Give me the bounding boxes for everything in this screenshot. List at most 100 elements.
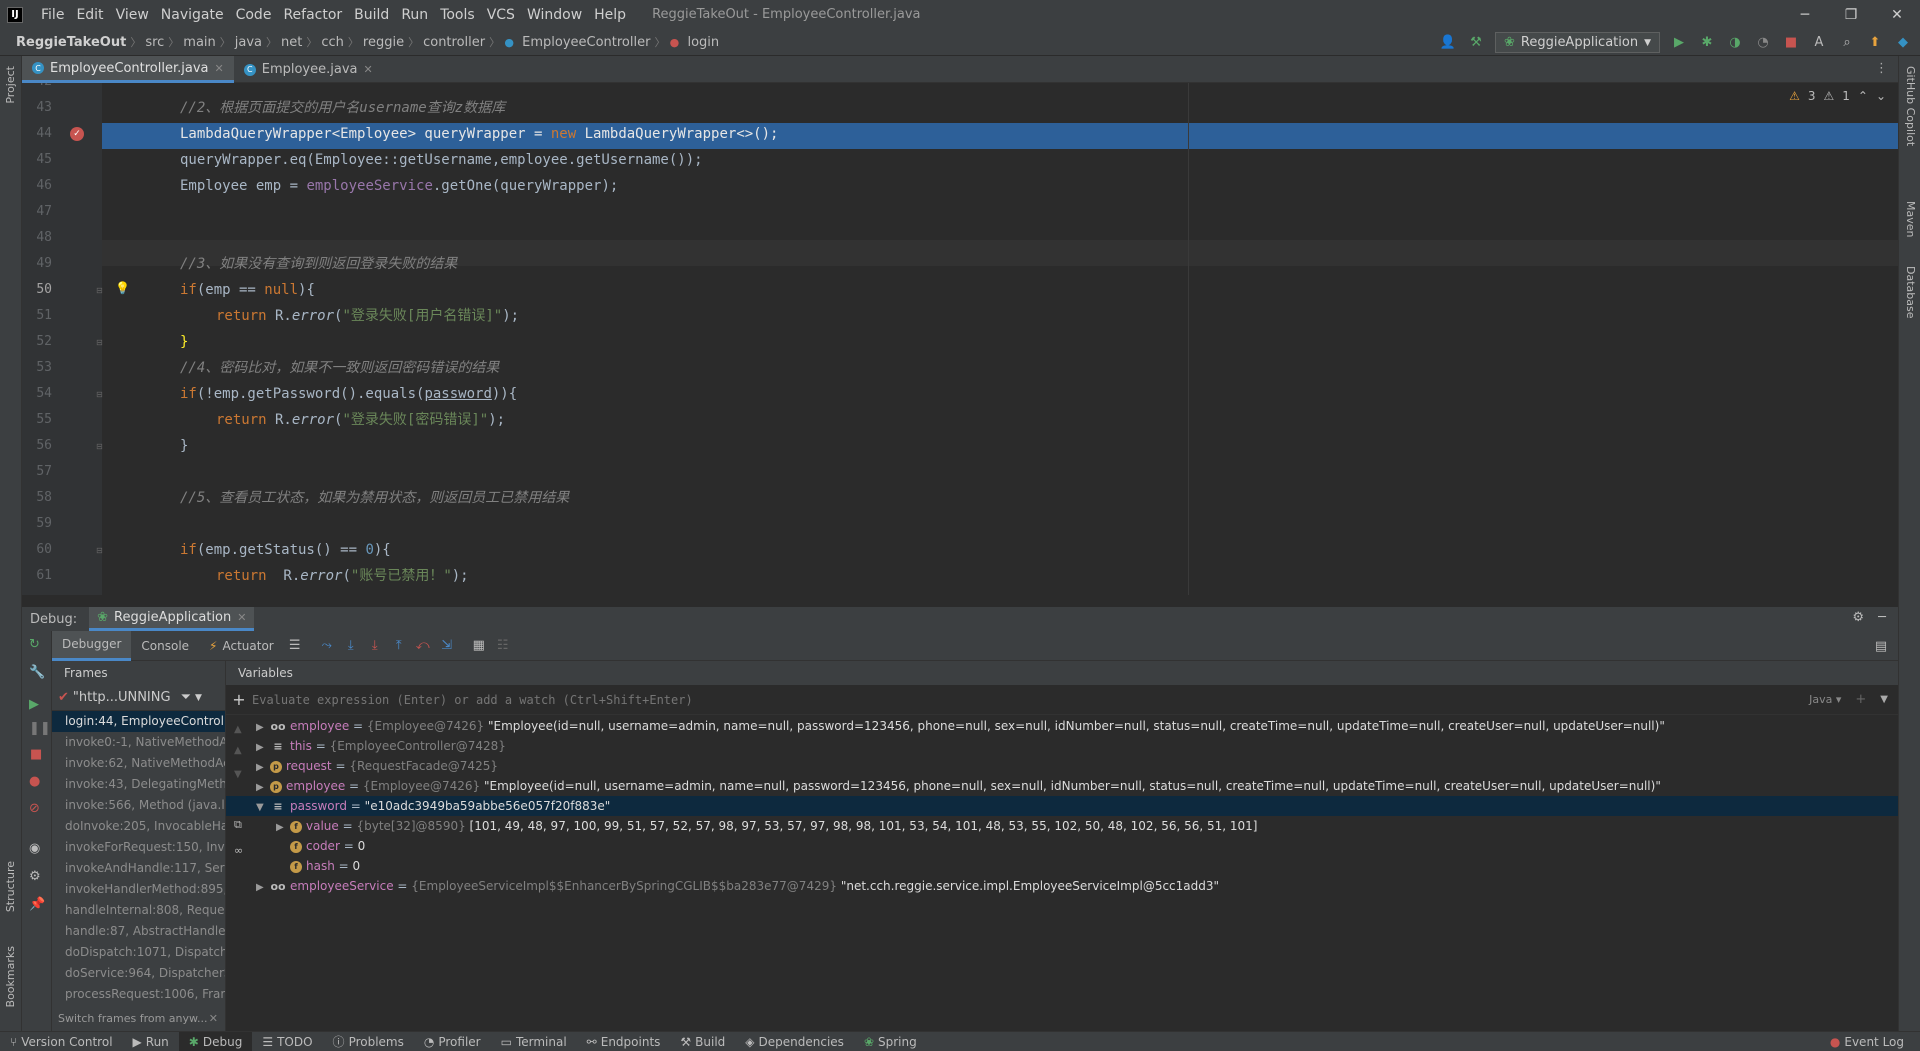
stack-frame[interactable]: invokeHandlerMethod:895, R: [52, 879, 225, 900]
update-icon[interactable]: ⬆: [1866, 34, 1884, 52]
stack-frame[interactable]: doDispatch:1071, Dispatcher: [52, 942, 225, 963]
step-over-icon[interactable]: ⤳: [318, 637, 336, 655]
chevron-right-icon[interactable]: ▶: [256, 878, 270, 898]
build-tab[interactable]: ⚒ Build: [670, 1032, 735, 1051]
variable-row-selected[interactable]: ▼ ≡ password = "e10adc3949ba59abbe56e057f2…: [256, 796, 610, 816]
todo-tab[interactable]: ☰ TODO: [252, 1032, 322, 1051]
tab-employee[interactable]: C Employee.java ✕: [234, 56, 383, 83]
minimize-icon[interactable]: ─: [1782, 0, 1828, 29]
fold-icon[interactable]: ⊟: [96, 390, 103, 399]
add-watch-icon[interactable]: +: [226, 690, 252, 709]
user-icon[interactable]: 👤: [1439, 34, 1457, 52]
chevron-down-icon[interactable]: ▼: [1880, 694, 1888, 705]
camera-icon[interactable]: ◉: [29, 841, 40, 856]
profiler-tab[interactable]: ◔ Profiler: [414, 1032, 491, 1051]
maven-tool-tab[interactable]: Maven: [1904, 201, 1917, 237]
chevron-up-icon[interactable]: ▲: [234, 724, 242, 735]
dependencies-tab[interactable]: ◈ Dependencies: [735, 1032, 854, 1051]
menu-file[interactable]: File: [35, 7, 70, 23]
tab-console[interactable]: Console: [131, 631, 199, 661]
code-editor[interactable]: 42 43 44 45 46 47 48 49 50 51 52 53 54 5…: [22, 83, 1898, 595]
threads-list-icon[interactable]: ☰: [286, 637, 304, 655]
chevron-right-icon[interactable]: ▶: [256, 758, 270, 778]
chevron-down-icon[interactable]: ▼: [256, 798, 270, 818]
breadcrumb-reggie[interactable]: reggie: [359, 35, 408, 50]
variable-row[interactable]: ▶ p request = {RequestFacade@7425}: [256, 756, 498, 776]
close-icon[interactable]: ✕: [237, 611, 246, 624]
close-icon[interactable]: ✕: [209, 1007, 218, 1031]
resume-icon[interactable]: ▶: [29, 697, 39, 712]
fold-icon[interactable]: ⊟: [96, 338, 103, 347]
fold-icon[interactable]: ⊟: [96, 286, 103, 295]
chevron-up-icon[interactable]: ▲: [234, 745, 242, 756]
chevron-right-icon[interactable]: ▶: [256, 718, 270, 738]
copy-icon[interactable]: ⧉: [234, 818, 242, 832]
pin-icon[interactable]: 📌: [29, 897, 45, 912]
spring-tab[interactable]: ❀ Spring: [854, 1032, 927, 1051]
run-to-cursor-icon[interactable]: ⇲: [438, 637, 456, 655]
layout-icon[interactable]: ▤: [1872, 637, 1890, 655]
stack-frame[interactable]: invoke:43, DelegatingMetho: [52, 774, 225, 795]
chevron-down-icon[interactable]: ▼: [195, 693, 202, 703]
drop-frame-icon[interactable]: ⤺: [414, 637, 432, 655]
project-tool-tab[interactable]: Project: [4, 66, 17, 104]
menu-tools[interactable]: Tools: [434, 7, 481, 23]
mute-breakpoints-icon[interactable]: ⊘: [29, 801, 40, 816]
tab-employeecontroller[interactable]: C EmployeeController.java ✕: [22, 56, 234, 83]
version-control-tab[interactable]: ⑂ Version Control: [0, 1032, 123, 1051]
tab-debugger[interactable]: Debugger: [52, 630, 132, 661]
fold-icon[interactable]: ⊟: [96, 546, 103, 555]
more-tabs-icon[interactable]: ⋮: [1875, 61, 1888, 76]
close-icon[interactable]: ✕: [1874, 0, 1920, 29]
chevron-down-icon[interactable]: ⌄: [1876, 89, 1886, 103]
lightbulb-icon[interactable]: 💡: [115, 281, 130, 295]
chevron-right-icon[interactable]: ▶: [256, 778, 270, 798]
tab-actuator[interactable]: ⚡ Actuator: [199, 631, 284, 661]
breadcrumb-net[interactable]: net: [277, 35, 306, 50]
stack-frame[interactable]: doInvoke:205, InvocableHan: [52, 816, 225, 837]
variable-row[interactable]: ▶ oo employee = {Employee@7426} "Employee(…: [256, 716, 1665, 736]
stack-frame[interactable]: invoke0:-1, NativeMethodAc: [52, 732, 225, 753]
restore-icon[interactable]: ❐: [1828, 0, 1874, 29]
variable-row[interactable]: ▶ p employee = {Employee@7426} "Employee(i…: [256, 776, 1661, 796]
rerun-icon[interactable]: ↻: [29, 637, 40, 652]
run-icon[interactable]: ▶: [1670, 34, 1688, 52]
variable-row[interactable]: ▶ f value = {byte[32]@8590} [101, 49, 48, …: [276, 816, 1257, 836]
view-breakpoints-icon[interactable]: ●: [29, 774, 40, 789]
debug-tab[interactable]: ✱ Debug: [178, 1031, 253, 1051]
breadcrumb-project[interactable]: ReggieTakeOut: [12, 35, 130, 50]
menu-vcs[interactable]: VCS: [481, 7, 521, 23]
chevron-down-icon[interactable]: ▼: [234, 769, 242, 780]
stack-frame[interactable]: invokeAndHandle:117, Servl: [52, 858, 225, 879]
stop-icon[interactable]: ■: [1782, 34, 1800, 52]
force-step-into-icon[interactable]: ⤓: [366, 637, 384, 655]
breadcrumb-controller[interactable]: controller: [419, 35, 489, 50]
stack-frame[interactable]: invoke:566, Method (java.l: [52, 795, 225, 816]
variable-row[interactable]: f coder = 0: [290, 836, 365, 856]
run-configuration-select[interactable]: ❀ ReggieApplication ▼: [1494, 32, 1660, 53]
stack-frame[interactable]: handle:87, AbstractHandlerM: [52, 921, 225, 942]
chevron-up-icon[interactable]: ⌃: [1858, 89, 1868, 103]
stop-icon[interactable]: ■: [30, 747, 42, 762]
fold-icon[interactable]: ⊟: [96, 442, 103, 451]
problems-tab[interactable]: ⓘ Problems: [323, 1032, 414, 1051]
breadcrumb-method[interactable]: login: [683, 35, 723, 50]
run-tab[interactable]: ▶ Run: [123, 1032, 179, 1051]
gear-icon[interactable]: ⚙: [1852, 610, 1864, 625]
chevron-right-icon[interactable]: ▶: [256, 738, 270, 758]
terminal-tab[interactable]: ▭ Terminal: [491, 1032, 577, 1051]
menu-code[interactable]: Code: [230, 7, 278, 23]
breadcrumb-cch[interactable]: cch: [317, 35, 348, 50]
add-to-watches-icon[interactable]: +: [1855, 692, 1866, 707]
inspection-widget[interactable]: ⚠ 3 ⚠ 1 ⌃ ⌄: [1789, 89, 1886, 103]
menu-view[interactable]: View: [110, 7, 155, 23]
ide-features-icon[interactable]: ◆: [1894, 34, 1912, 52]
chevron-right-icon[interactable]: ▶: [276, 818, 290, 838]
step-into-icon[interactable]: ⤓: [342, 637, 360, 655]
build-hammer-icon[interactable]: ⚒: [1467, 34, 1485, 52]
stack-frame[interactable]: invokeForRequest:150, Invoc: [52, 837, 225, 858]
glasses-icon[interactable]: ∞: [234, 844, 243, 857]
menu-build[interactable]: Build: [348, 7, 395, 23]
settings-icon[interactable]: ⚙: [29, 869, 41, 884]
breadcrumb-src[interactable]: src: [141, 35, 168, 50]
